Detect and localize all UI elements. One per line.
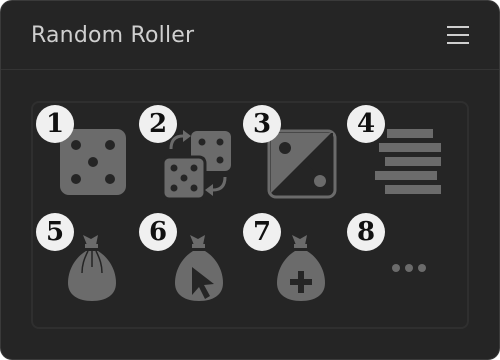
tile-number-badge: 8 xyxy=(347,213,385,251)
tile-1[interactable]: 1 xyxy=(34,103,138,211)
tile-7[interactable]: 7 xyxy=(241,211,345,319)
tile-5[interactable]: 5 xyxy=(34,211,138,319)
tile-4[interactable]: 4 xyxy=(345,103,449,211)
tile-6[interactable]: 6 xyxy=(137,211,241,319)
app-title: Random Roller xyxy=(31,23,195,48)
tile-number-badge: 4 xyxy=(347,105,385,143)
tile-2[interactable]: 2 xyxy=(137,103,241,211)
tile-number-badge: 7 xyxy=(243,213,281,251)
tile-number-badge: 5 xyxy=(36,213,74,251)
tile-3[interactable]: 3 xyxy=(241,103,345,211)
hamburger-menu-icon[interactable] xyxy=(444,23,474,47)
tile-number-badge: 2 xyxy=(139,105,177,143)
tile-number-badge: 1 xyxy=(36,105,74,143)
header-bar: Random Roller xyxy=(1,1,499,70)
tile-number-badge: 6 xyxy=(139,213,177,251)
tile-number-badge: 3 xyxy=(243,105,281,143)
app-window: Random Roller 1 2 3 4 5 6 7 8 xyxy=(0,0,500,360)
tile-8[interactable]: 8 xyxy=(345,211,449,319)
